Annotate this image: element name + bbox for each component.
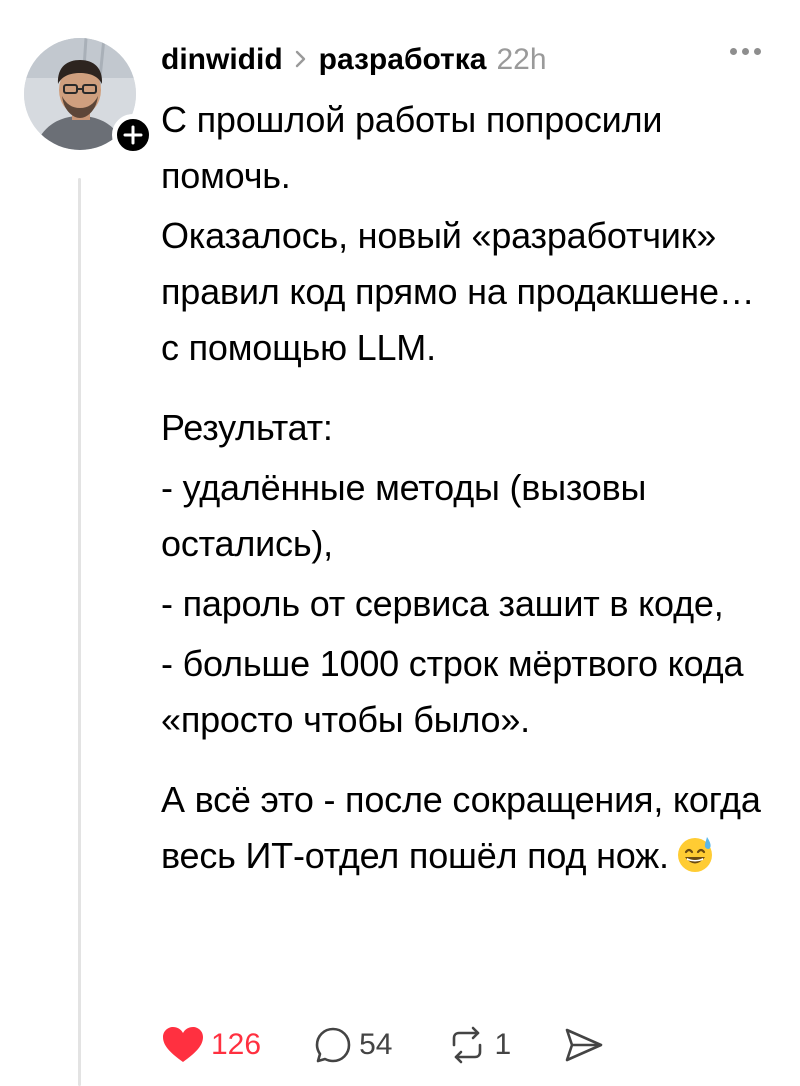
post-paragraph: - пароль от сервиса зашит в коде, bbox=[161, 583, 724, 624]
post-paragraph: - больше 1000 строк мёртвого кода «прост… bbox=[161, 643, 744, 740]
like-button[interactable]: 126 bbox=[161, 1025, 261, 1065]
username[interactable]: dinwidid bbox=[161, 43, 283, 77]
topic-tag[interactable]: разработка bbox=[319, 43, 487, 77]
post-paragraph: - удалённые методы (вызовы остались), bbox=[161, 467, 647, 564]
repost-icon bbox=[453, 1026, 482, 1064]
thread-line bbox=[78, 178, 81, 1086]
like-count: 126 bbox=[211, 1028, 262, 1061]
more-icon[interactable] bbox=[730, 48, 761, 55]
repost-count: 1 bbox=[494, 1028, 512, 1061]
plus-icon bbox=[123, 125, 143, 145]
post-paragraph: Результат: bbox=[161, 407, 333, 448]
comment-icon bbox=[315, 1027, 351, 1063]
heart-icon bbox=[163, 1027, 203, 1062]
reply-button[interactable]: 54 bbox=[313, 1025, 392, 1065]
post-header: dinwidid разработка 22h bbox=[161, 38, 781, 82]
post-timestamp: 22h bbox=[496, 43, 547, 76]
sweat-smile-emoji-icon bbox=[677, 837, 712, 872]
post-last-paragraph: А всё это - после сокращения, когда весь… bbox=[161, 772, 781, 884]
post-paragraph: С прошлой работы попросили помочь. bbox=[161, 99, 663, 196]
post-paragraph: Оказалось, новый «разработчик» правил ко… bbox=[161, 215, 755, 368]
chevron-right-icon bbox=[295, 43, 307, 77]
post-paragraph: А всё это - после сокращения, когда весь… bbox=[161, 779, 761, 876]
post-text: С прошлой работы попросили помочь. Оказа… bbox=[161, 92, 781, 884]
follow-button[interactable] bbox=[112, 114, 154, 156]
reply-count: 54 bbox=[359, 1028, 393, 1061]
action-bar: 126 54 1 bbox=[161, 1020, 605, 1070]
share-button[interactable] bbox=[563, 1025, 605, 1065]
repost-button[interactable]: 1 bbox=[446, 1025, 511, 1065]
share-icon bbox=[565, 1028, 603, 1062]
